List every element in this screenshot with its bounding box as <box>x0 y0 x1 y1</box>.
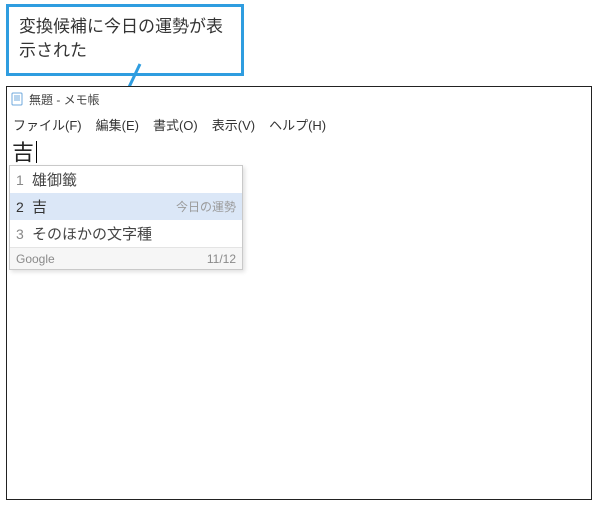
ime-candidate-row[interactable]: 2 吉 今日の運勢 <box>10 193 242 220</box>
window-titlebar: 無題 - メモ帳 <box>7 87 591 111</box>
menu-help[interactable]: ヘルプ(H) <box>269 115 326 134</box>
ime-candidate-index: 1 <box>16 172 32 188</box>
ime-candidate-row[interactable]: 1 雄御籤 <box>10 166 242 193</box>
ime-candidate-row[interactable]: 3 そのほかの文字種 <box>10 220 242 247</box>
ime-candidate-popup: 1 雄御籤 2 吉 今日の運勢 3 そのほかの文字種 Google 11/12 <box>9 165 243 270</box>
menu-file[interactable]: ファイル(F) <box>13 115 82 134</box>
menubar: ファイル(F) 編集(E) 書式(O) 表示(V) ヘルプ(H) <box>7 111 591 140</box>
notepad-window: 無題 - メモ帳 ファイル(F) 編集(E) 書式(O) 表示(V) ヘルプ(H… <box>6 86 592 500</box>
ime-candidate-text: 雄御籤 <box>32 169 236 190</box>
menu-view[interactable]: 表示(V) <box>212 115 255 134</box>
ime-candidate-text: 吉 <box>32 196 176 217</box>
ime-candidate-text: そのほかの文字種 <box>32 223 236 244</box>
ime-candidate-index: 3 <box>16 226 32 242</box>
preedit-text: 吉 <box>11 140 35 166</box>
annotation-callout: 変換候補に今日の運勢が表示された <box>6 4 244 76</box>
window-title: 無題 - メモ帳 <box>29 91 100 108</box>
notepad-icon <box>11 92 25 106</box>
menu-format[interactable]: 書式(O) <box>153 115 198 134</box>
text-caret <box>36 141 37 163</box>
ime-footer-brand: Google <box>16 252 55 266</box>
menu-edit[interactable]: 編集(E) <box>96 115 139 134</box>
ime-candidate-index: 2 <box>16 199 32 215</box>
ime-footer-page: 11/12 <box>207 252 236 266</box>
ime-footer: Google 11/12 <box>10 247 242 269</box>
editor-area[interactable]: 吉 <box>7 140 591 166</box>
ime-candidate-hint: 今日の運勢 <box>176 198 236 215</box>
